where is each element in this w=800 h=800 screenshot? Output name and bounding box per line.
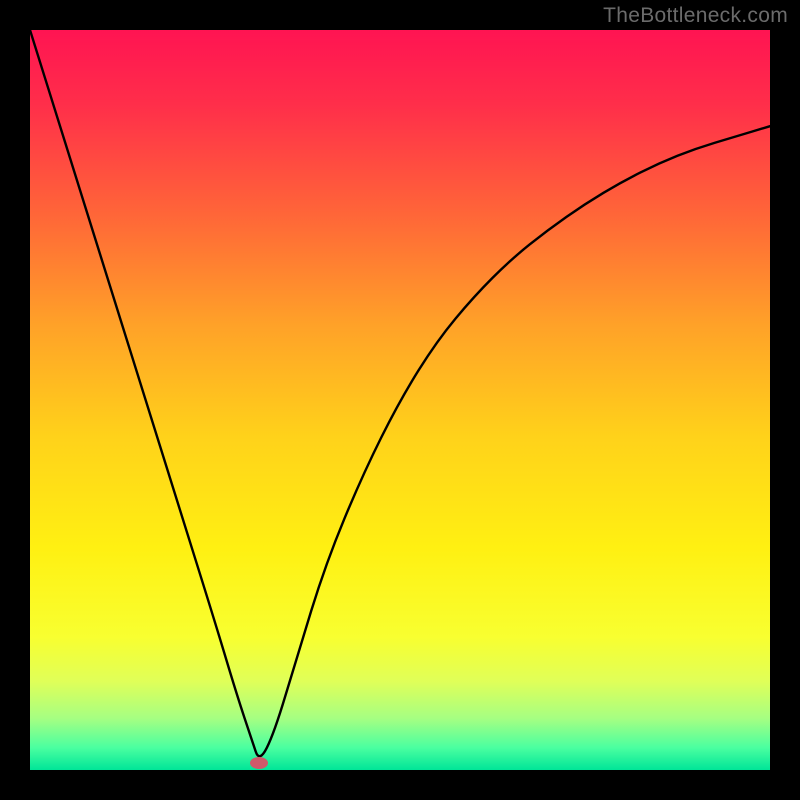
chart-stage: TheBottleneck.com [0,0,800,800]
minimum-marker [250,757,268,769]
bottleneck-curve [30,30,770,770]
watermark-text: TheBottleneck.com [603,4,788,28]
plot-area [30,30,770,770]
